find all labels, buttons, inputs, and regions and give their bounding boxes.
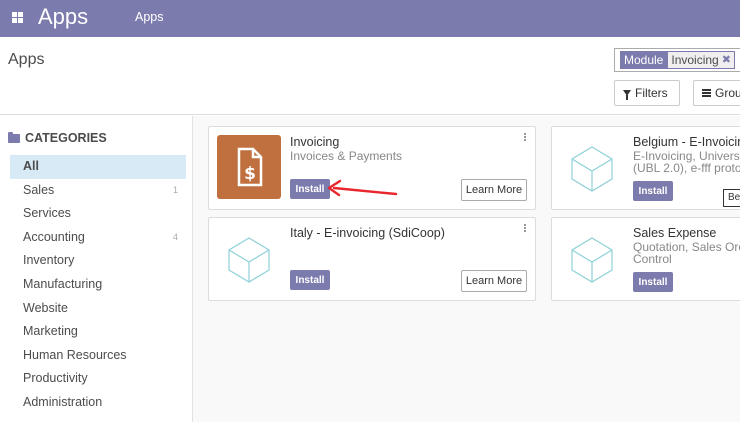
- app-title: Belgium - E-Invoicing: [633, 135, 740, 149]
- module-cube-icon: [560, 135, 624, 199]
- facet-category: Module: [620, 51, 668, 69]
- category-label: Website: [23, 300, 68, 315]
- app-summary: Invoices & Payments: [290, 149, 403, 163]
- install-button[interactable]: Install: [290, 179, 330, 199]
- facet-value-label: Invoicing: [671, 53, 719, 67]
- filters-label: Filters: [635, 86, 668, 100]
- category-item-all[interactable]: All: [10, 155, 186, 179]
- search-facet: Module Invoicing ✖: [620, 51, 735, 69]
- group-by-button[interactable]: Grou: [693, 80, 740, 106]
- learn-more-tooltip[interactable]: Belg: [723, 189, 740, 207]
- category-label: Administration: [23, 394, 103, 409]
- app-card-italy-einvoicing[interactable]: Italy - E-invoicing (SdiCoop) Install Le…: [208, 217, 536, 301]
- categories-header: CATEGORIES: [8, 131, 107, 145]
- app-summary: Quotation, Sales Orc Control: [633, 241, 740, 265]
- category-item-marketing[interactable]: Marketing: [10, 320, 186, 344]
- app-title[interactable]: Apps: [38, 4, 88, 30]
- module-cube-icon: [217, 226, 281, 290]
- filters-button[interactable]: Filters: [614, 80, 680, 106]
- category-list: All Sales 1 Services Accounting 4 Invent…: [10, 155, 186, 415]
- category-label: Manufacturing: [23, 276, 103, 291]
- categories-header-label: CATEGORIES: [25, 131, 107, 145]
- category-count: 1: [172, 184, 178, 195]
- category-label: All: [23, 159, 39, 173]
- category-label: Accounting: [23, 229, 85, 244]
- facet-remove-icon[interactable]: ✖: [722, 52, 731, 68]
- control-panel: Apps Module Invoicing ✖ Filters Grou: [0, 37, 740, 115]
- top-navbar: Apps Apps: [0, 0, 740, 37]
- app-card-belgium-einvoicing[interactable]: Belgium - E-Invoicing E-Invoicing, Unive…: [551, 126, 740, 210]
- category-count: 4: [172, 231, 178, 242]
- search-input[interactable]: Module Invoicing ✖: [614, 48, 740, 72]
- category-item-accounting[interactable]: Accounting 4: [10, 226, 186, 250]
- app-title: Invoicing: [290, 135, 340, 149]
- app-summary-line: Control: [633, 252, 672, 266]
- install-button[interactable]: Install: [633, 272, 673, 292]
- filter-funnel-icon: [623, 90, 631, 100]
- category-item-services[interactable]: Services: [10, 202, 186, 226]
- app-title: Italy - E-invoicing (SdiCoop): [290, 226, 445, 240]
- category-label: Inventory: [23, 253, 75, 268]
- category-label: Human Resources: [23, 347, 127, 362]
- menu-item-apps[interactable]: Apps: [135, 10, 164, 24]
- card-menu-icon[interactable]: [524, 224, 527, 232]
- category-label: Productivity: [23, 371, 88, 386]
- breadcrumb: Apps: [8, 51, 45, 68]
- category-item-manufacturing[interactable]: Manufacturing: [10, 273, 186, 297]
- install-button[interactable]: Install: [633, 181, 673, 201]
- install-button[interactable]: Install: [290, 270, 330, 290]
- group-by-label: Grou: [715, 86, 740, 100]
- category-item-sales[interactable]: Sales 1: [10, 179, 186, 203]
- app-card-sales-expense[interactable]: Sales Expense Quotation, Sales Orc Contr…: [551, 217, 740, 301]
- app-summary: E-Invoicing, Universa (UBL 2.0), e-fff p…: [633, 150, 740, 174]
- invoice-dollar-icon: $: [217, 135, 281, 199]
- facet-value: Invoicing ✖: [667, 51, 735, 69]
- category-label: Marketing: [23, 324, 78, 339]
- category-item-human-resources[interactable]: Human Resources: [10, 344, 186, 368]
- category-item-website[interactable]: Website: [10, 297, 186, 321]
- group-bars-icon: [702, 89, 711, 97]
- app-menu-grid-icon[interactable]: [12, 12, 23, 23]
- app-title: Sales Expense: [633, 226, 717, 240]
- apps-kanban-view: $ Invoicing Invoices & Payments Install …: [193, 116, 740, 422]
- category-item-administration[interactable]: Administration: [10, 391, 186, 415]
- category-label: Services: [23, 206, 71, 221]
- folder-icon: [8, 131, 20, 143]
- learn-more-button[interactable]: Learn More: [461, 270, 527, 292]
- category-item-productivity[interactable]: Productivity: [10, 367, 186, 391]
- app-summary-line: (UBL 2.0), e-fff protoc: [633, 161, 740, 175]
- module-cube-icon: [560, 226, 624, 290]
- card-menu-icon[interactable]: [524, 133, 527, 141]
- annotation-arrow-icon: [327, 179, 398, 197]
- svg-text:$: $: [244, 164, 256, 184]
- learn-more-button[interactable]: Learn More: [461, 179, 527, 201]
- category-item-inventory[interactable]: Inventory: [10, 249, 186, 273]
- category-sidebar: CATEGORIES All Sales 1 Services Accounti…: [0, 116, 193, 422]
- category-label: Sales: [23, 182, 55, 197]
